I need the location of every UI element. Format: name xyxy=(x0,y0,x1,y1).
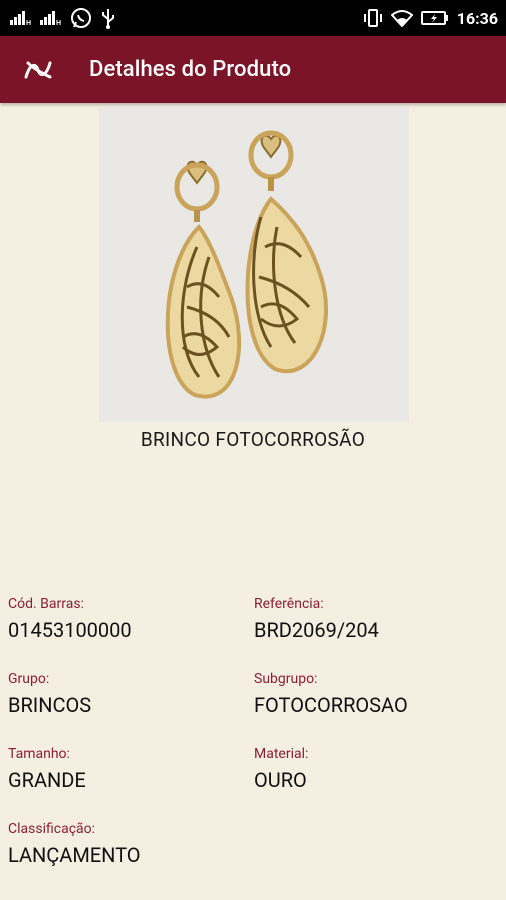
classification-value: LANÇAMENTO xyxy=(8,843,141,867)
page-title: Detalhes do Produto xyxy=(89,57,292,82)
reference-value: BRD2069/204 xyxy=(254,618,379,642)
classification-label: Classificação: xyxy=(8,821,96,837)
status-bar: H H 16:36 xyxy=(0,0,506,36)
size-value: GRANDE xyxy=(8,768,86,792)
group-label: Grupo: xyxy=(8,671,50,687)
product-name: BRINCO FOTOCORROSÃO xyxy=(140,428,366,451)
subgroup-value: FOTOCORROSAO xyxy=(254,693,408,717)
size-field: Tamanho: GRANDE xyxy=(8,746,86,792)
product-image xyxy=(99,107,409,422)
group-field: Grupo: BRINCOS xyxy=(8,671,91,717)
barcode-field: Cód. Barras: 01453100000 xyxy=(8,596,132,642)
status-bar-left: H H xyxy=(10,7,116,29)
barcode-value: 01453100000 xyxy=(8,618,132,642)
app-bar: Detalhes do Produto xyxy=(0,36,506,103)
svg-text:H: H xyxy=(56,20,61,25)
reference-field: Referência: BRD2069/204 xyxy=(254,596,379,642)
brand-logo-icon[interactable] xyxy=(18,50,58,90)
material-value: OURO xyxy=(254,768,307,792)
group-value: BRINCOS xyxy=(8,693,92,717)
reference-label: Referência: xyxy=(254,596,324,612)
wifi-icon xyxy=(390,10,413,27)
subgroup-label: Subgrupo: xyxy=(254,671,318,687)
vibrate-icon xyxy=(363,9,382,27)
material-label: Material: xyxy=(254,746,309,762)
status-bar-right: 16:36 xyxy=(363,8,498,28)
size-label: Tamanho: xyxy=(8,746,70,762)
classification-field: Classificação: LANÇAMENTO xyxy=(8,821,141,867)
subgroup-field: Subgrupo: FOTOCORROSAO xyxy=(254,671,408,717)
barcode-label: Cód. Barras: xyxy=(8,596,84,612)
material-field: Material: OURO xyxy=(254,746,308,792)
usb-icon xyxy=(102,9,114,29)
battery-icon xyxy=(420,11,448,25)
clock: 16:36 xyxy=(456,8,498,28)
signal-icon: H xyxy=(10,11,31,25)
whatsapp-icon xyxy=(71,8,91,28)
signal-icon: H xyxy=(40,11,61,25)
svg-text:H: H xyxy=(26,20,31,25)
earrings-image xyxy=(165,130,329,399)
